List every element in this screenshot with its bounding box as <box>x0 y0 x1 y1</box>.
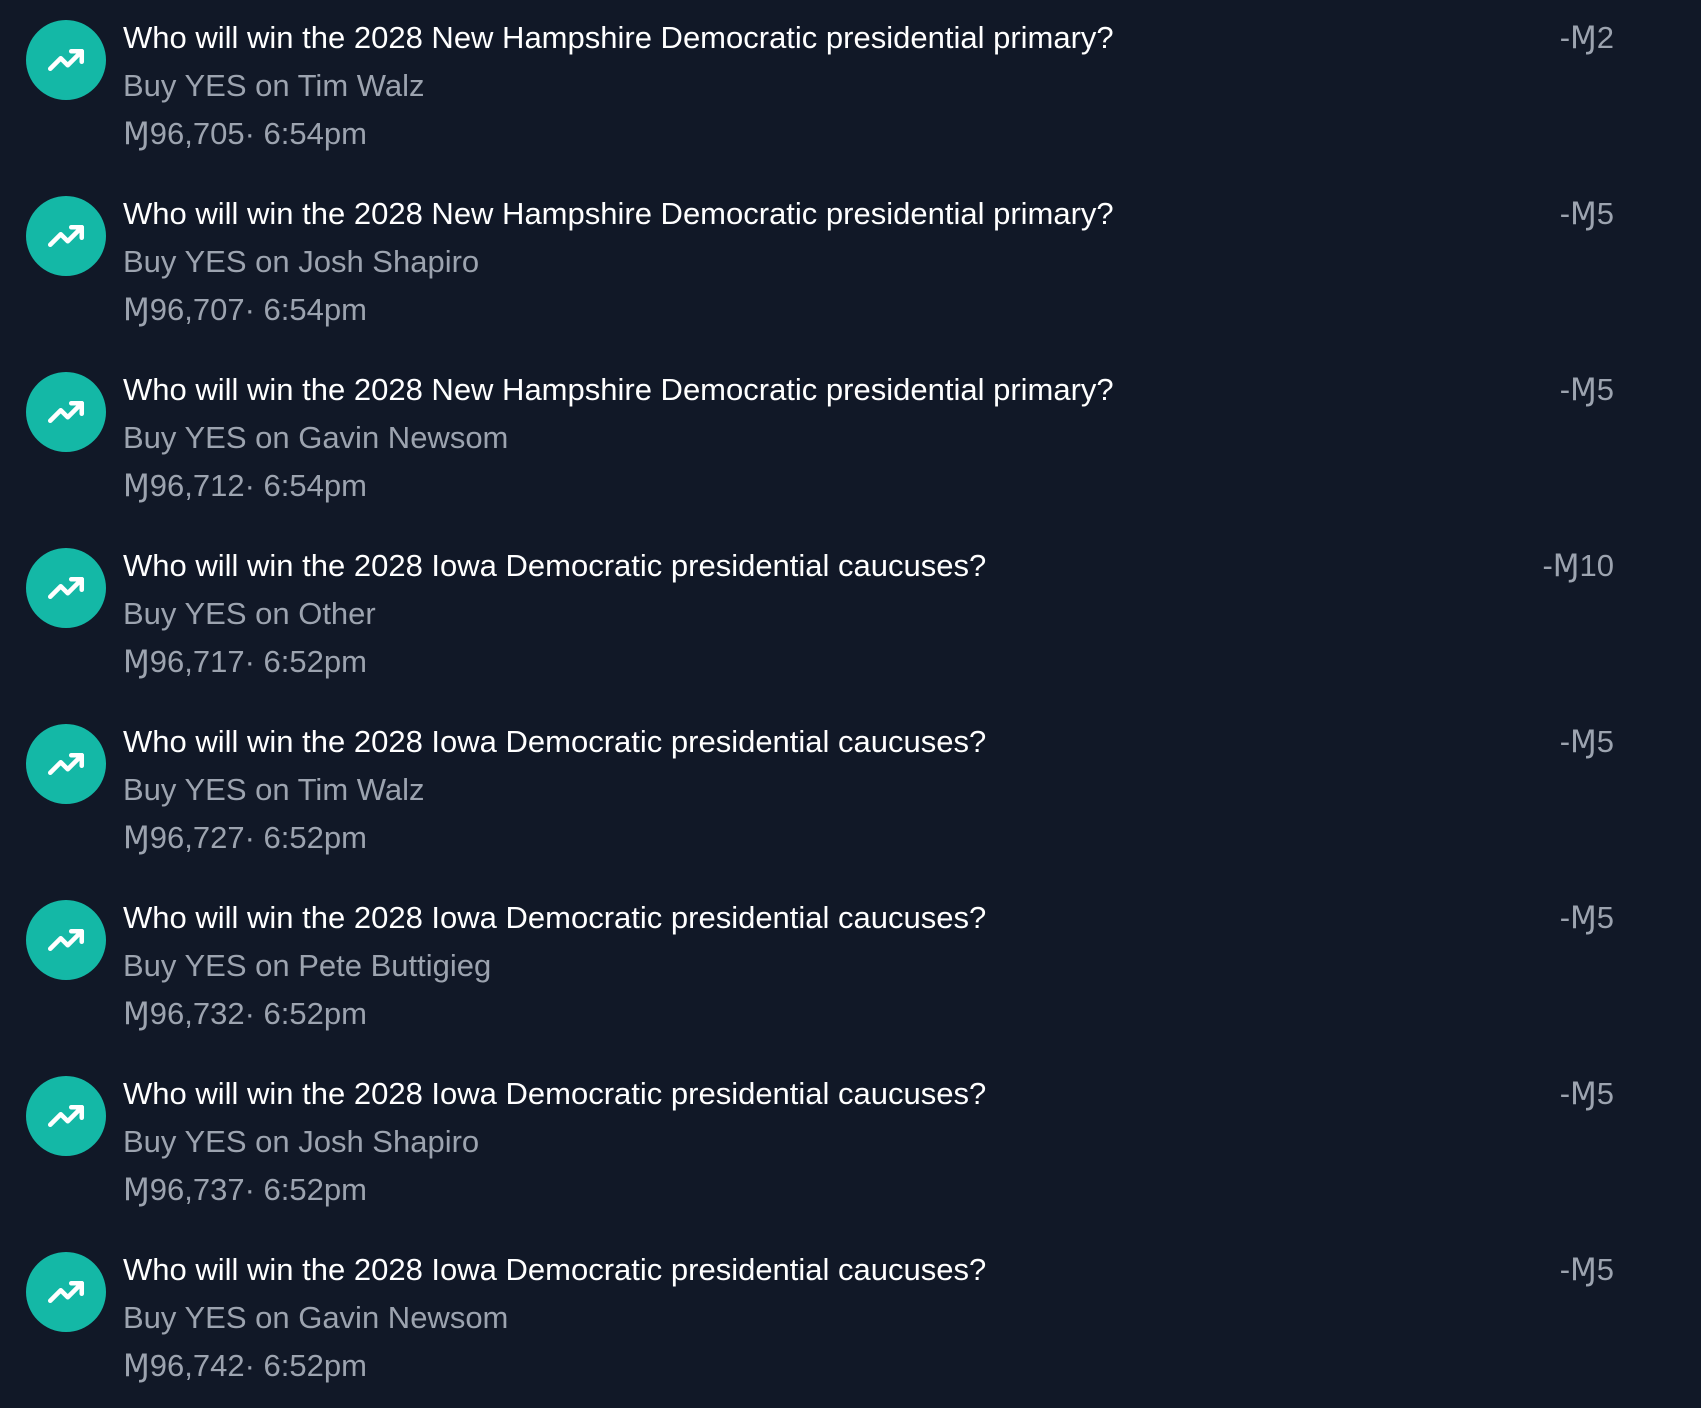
market-question[interactable]: Who will win the 2028 Iowa Democratic pr… <box>123 718 1441 766</box>
balance-after: Ɱ96,717 <box>123 644 245 679</box>
trending-up-icon <box>26 548 106 628</box>
amount-change: -Ɱ5 <box>1559 372 1614 407</box>
transaction-row[interactable]: Who will win the 2028 New Hampshire Demo… <box>0 0 1701 176</box>
transaction-row[interactable]: Who will win the 2028 New Hampshire Demo… <box>0 352 1701 528</box>
market-question[interactable]: Who will win the 2028 New Hampshire Demo… <box>123 366 1441 414</box>
trending-up-icon <box>26 372 106 452</box>
balance-after: Ɱ96,732 <box>123 996 245 1031</box>
timestamp: · 6:52pm <box>244 644 367 679</box>
balance-after: Ɱ96,707 <box>123 292 245 327</box>
trending-up-icon <box>26 724 106 804</box>
amount-change: -Ɱ5 <box>1559 724 1614 759</box>
timestamp: · 6:54pm <box>244 116 367 151</box>
amount-change: -Ɱ5 <box>1559 1076 1614 1111</box>
balance-and-time: Ɱ96,727· 6:52pm <box>123 814 1441 862</box>
market-question[interactable]: Who will win the 2028 Iowa Democratic pr… <box>123 894 1441 942</box>
trade-action: Buy YES on Josh Shapiro <box>123 1124 480 1159</box>
balance-after: Ɱ96,712 <box>123 468 245 503</box>
amount-change: -Ɱ5 <box>1559 900 1614 935</box>
balance-and-time: Ɱ96,705· 6:54pm <box>123 110 1441 158</box>
amount-change: -Ɱ5 <box>1559 1252 1614 1287</box>
balance-and-time: Ɱ96,742· 6:52pm <box>123 1342 1441 1390</box>
trade-action: Buy YES on Josh Shapiro <box>123 244 480 279</box>
market-question[interactable]: Who will win the 2028 Iowa Democratic pr… <box>123 1070 1441 1118</box>
timestamp: · 6:52pm <box>244 820 367 855</box>
timestamp: · 6:54pm <box>244 292 367 327</box>
transaction-row[interactable]: Who will win the 2028 Iowa Democratic pr… <box>0 1232 1701 1408</box>
balance-after: Ɱ96,742 <box>123 1348 245 1383</box>
market-question[interactable]: Who will win the 2028 New Hampshire Demo… <box>123 190 1441 238</box>
timestamp: · 6:52pm <box>244 1172 367 1207</box>
trending-up-icon <box>26 1076 106 1156</box>
balance-and-time: Ɱ96,732· 6:52pm <box>123 990 1441 1038</box>
balance-after: Ɱ96,705 <box>123 116 245 151</box>
trending-up-icon <box>26 20 106 100</box>
trending-up-icon <box>26 196 106 276</box>
market-question[interactable]: Who will win the 2028 Iowa Democratic pr… <box>123 1246 1441 1294</box>
market-question[interactable]: Who will win the 2028 Iowa Democratic pr… <box>123 542 1441 590</box>
balance-after: Ɱ96,737 <box>123 1172 245 1207</box>
transaction-row[interactable]: Who will win the 2028 Iowa Democratic pr… <box>0 1056 1701 1232</box>
market-question[interactable]: Who will win the 2028 New Hampshire Demo… <box>123 14 1441 62</box>
transaction-row[interactable]: Who will win the 2028 New Hampshire Demo… <box>0 176 1701 352</box>
amount-change: -Ɱ10 <box>1542 548 1614 583</box>
timestamp: · 6:52pm <box>244 996 367 1031</box>
trade-action: Buy YES on Gavin Newsom <box>123 1300 509 1335</box>
transaction-feed: Who will win the 2028 New Hampshire Demo… <box>0 0 1701 1407</box>
amount-change: -Ɱ5 <box>1559 196 1614 231</box>
balance-and-time: Ɱ96,717· 6:52pm <box>123 638 1441 686</box>
trade-action: Buy YES on Tim Walz <box>123 772 425 807</box>
trending-up-icon <box>26 1252 106 1332</box>
transaction-row[interactable]: Who will win the 2028 Iowa Democratic pr… <box>0 528 1701 704</box>
trade-action: Buy YES on Tim Walz <box>123 68 425 103</box>
trending-up-icon <box>26 900 106 980</box>
transaction-row[interactable]: Who will win the 2028 Iowa Democratic pr… <box>0 704 1701 880</box>
timestamp: · 6:52pm <box>244 1348 367 1383</box>
trade-action: Buy YES on Gavin Newsom <box>123 420 509 455</box>
amount-change: -Ɱ2 <box>1559 20 1614 55</box>
trade-action: Buy YES on Other <box>123 596 376 631</box>
balance-and-time: Ɱ96,737· 6:52pm <box>123 1166 1441 1214</box>
balance-after: Ɱ96,727 <box>123 820 245 855</box>
timestamp: · 6:54pm <box>244 468 367 503</box>
balance-and-time: Ɱ96,707· 6:54pm <box>123 286 1441 334</box>
trade-action: Buy YES on Pete Buttigieg <box>123 948 492 983</box>
transaction-row[interactable]: Who will win the 2028 Iowa Democratic pr… <box>0 880 1701 1056</box>
balance-and-time: Ɱ96,712· 6:54pm <box>123 462 1441 510</box>
